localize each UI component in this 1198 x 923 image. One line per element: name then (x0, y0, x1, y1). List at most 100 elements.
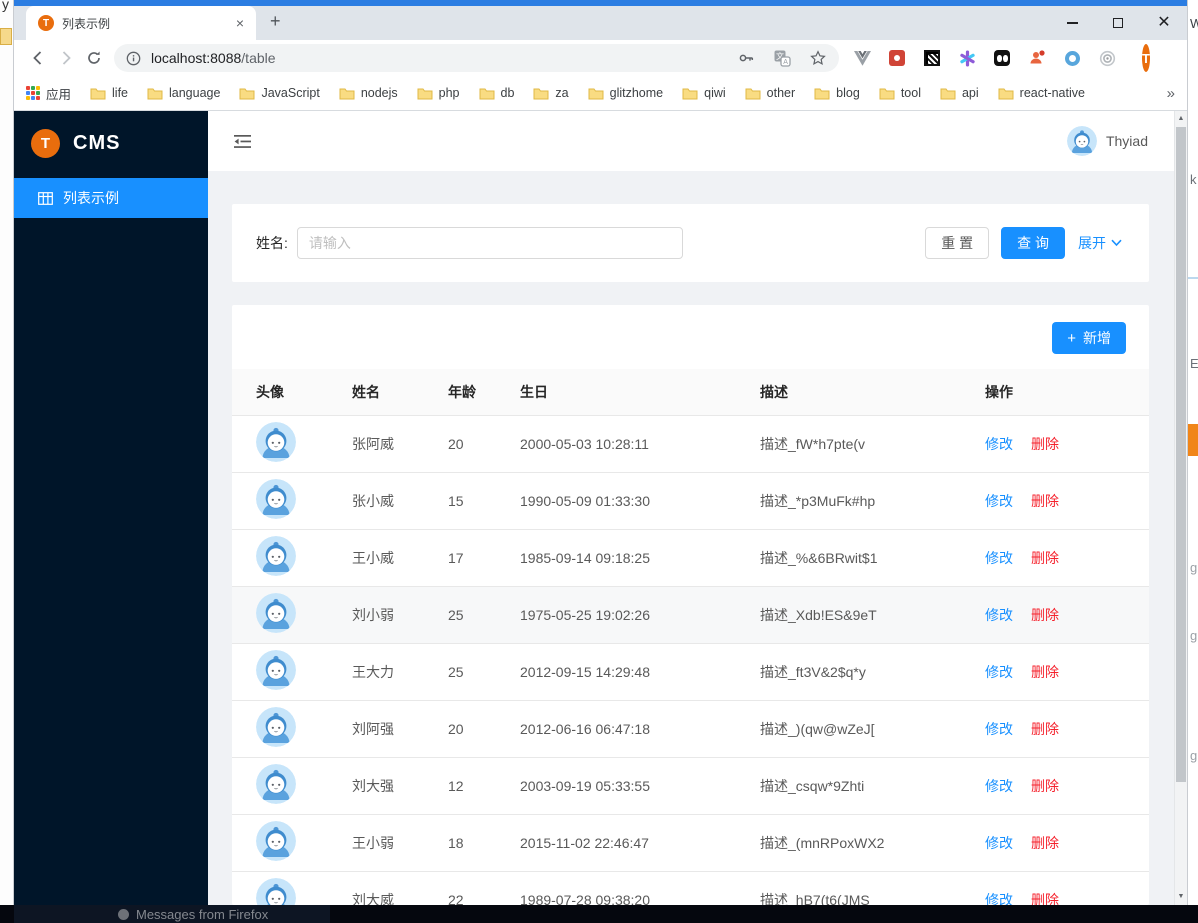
spiral-extension-icon[interactable] (1098, 49, 1116, 67)
bookmark-folder[interactable]: db (479, 86, 514, 100)
tab-close-icon[interactable]: × (234, 15, 246, 31)
url-domain: localhost:8088 (151, 50, 242, 66)
bookmarks-overflow-chevron[interactable]: » (1167, 85, 1175, 102)
folder-icon (147, 88, 163, 99)
notification-text: Messages from Firefox (136, 907, 269, 922)
edit-link[interactable]: 修改 (985, 721, 1013, 737)
bookmark-label: za (555, 86, 569, 100)
name-input[interactable] (296, 227, 683, 259)
info-icon[interactable] (126, 51, 141, 66)
edit-link[interactable]: 修改 (985, 892, 1013, 906)
bookmark-folder[interactable]: api (940, 86, 979, 100)
close-button[interactable]: ✕ (1141, 8, 1187, 38)
dark-extension-icon[interactable] (993, 49, 1011, 67)
delete-link[interactable]: 删除 (1031, 550, 1059, 566)
cell-age: 12 (424, 757, 496, 815)
edit-link[interactable]: 修改 (985, 550, 1013, 566)
cell-description: 描述_ft3V&2$q*y (736, 643, 961, 701)
table-row[interactable]: 张阿威 20 2000-05-03 10:28:11 描述_fW*h7pte(v… (232, 415, 1149, 473)
column-header-birthday: 生日 (496, 369, 736, 416)
delete-link[interactable]: 删除 (1031, 607, 1059, 623)
user-name: Thyiad (1105, 133, 1148, 149)
blue-ring-extension-icon[interactable] (1063, 49, 1081, 67)
delete-link[interactable]: 删除 (1031, 721, 1059, 737)
reload-button[interactable] (80, 44, 108, 72)
bookmark-star-icon[interactable] (809, 49, 827, 67)
bookmark-folder[interactable]: tool (879, 86, 921, 100)
new-tab-button[interactable]: + (270, 11, 281, 32)
bookmark-folder[interactable]: nodejs (339, 86, 398, 100)
delete-link[interactable]: 删除 (1031, 493, 1059, 509)
bookmark-folder[interactable]: glitzhome (588, 86, 663, 100)
bookmark-folder[interactable]: language (147, 86, 220, 100)
close-icon: ✕ (1157, 14, 1171, 31)
page-scrollbar[interactable]: ▲ ▼ (1174, 111, 1187, 905)
maximize-button[interactable] (1095, 8, 1141, 38)
add-button[interactable]: + 新增 (1052, 322, 1126, 354)
table-header-row: 头像 姓名 年龄 生日 描述 操作 (232, 369, 1149, 416)
expand-link[interactable]: 展开 (1078, 233, 1122, 253)
bookmark-folder[interactable]: life (90, 86, 128, 100)
user-menu[interactable]: Thyiad (1066, 111, 1148, 171)
reset-button[interactable]: 重 置 (925, 227, 990, 259)
minimize-button[interactable] (1049, 8, 1095, 38)
scroll-down-arrow-icon[interactable]: ▼ (1175, 890, 1187, 904)
svg-text:A: A (783, 59, 788, 66)
cell-birthday: 1989-07-28 09:38:20 (496, 871, 736, 905)
edit-link[interactable]: 修改 (985, 436, 1013, 452)
scroll-up-arrow-icon[interactable]: ▲ (1175, 112, 1187, 126)
bookmark-label: qiwi (704, 86, 726, 100)
edit-link[interactable]: 修改 (985, 607, 1013, 623)
folder-icon (339, 88, 355, 99)
url-text[interactable]: localhost:8088/table (151, 50, 737, 66)
edit-link[interactable]: 修改 (985, 493, 1013, 509)
scrollbar-thumb[interactable] (1176, 127, 1186, 782)
logo-text: CMS (73, 131, 121, 154)
forward-button[interactable] (52, 44, 80, 72)
cell-age: 25 (424, 586, 496, 644)
password-key-icon[interactable] (737, 49, 755, 67)
browser-toolbar: localhost:8088/table 文A T (14, 40, 1187, 76)
table-row[interactable]: 刘大威 22 1989-07-28 09:38:20 描述_hB7(t6(JMS… (232, 871, 1149, 905)
bookmark-folder[interactable]: za (533, 86, 569, 100)
query-button[interactable]: 查 询 (1001, 227, 1065, 259)
asterisk-extension-icon[interactable] (958, 49, 976, 67)
bookmark-folder[interactable]: JavaScript (239, 86, 320, 100)
cell-description: 描述_(mnRPoxWX2 (736, 814, 961, 872)
people-extension-icon[interactable] (1028, 49, 1046, 67)
edit-link[interactable]: 修改 (985, 835, 1013, 851)
browser-tab[interactable]: T 列表示例 × (26, 6, 256, 40)
bookmark-folder[interactable]: php (417, 86, 460, 100)
table-row[interactable]: 王大力 25 2012-09-15 14:29:48 描述_ft3V&2$q*y… (232, 643, 1149, 701)
folder-icon (682, 88, 698, 99)
cell-name: 刘阿强 (328, 700, 424, 758)
delete-link[interactable]: 删除 (1031, 664, 1059, 680)
bookmark-folder[interactable]: react-native (998, 86, 1085, 100)
address-bar[interactable]: localhost:8088/table 文A (114, 44, 839, 72)
table-row[interactable]: 王小弱 18 2015-11-02 22:46:47 描述_(mnRPoxWX2… (232, 814, 1149, 872)
table-row[interactable]: 刘大强 12 2003-09-19 05:33:55 描述_csqw*9Zhti… (232, 757, 1149, 815)
delete-link[interactable]: 删除 (1031, 892, 1059, 906)
edit-link[interactable]: 修改 (985, 664, 1013, 680)
delete-link[interactable]: 删除 (1031, 778, 1059, 794)
translate-icon[interactable]: 文A (773, 49, 791, 67)
column-header-description: 描述 (736, 369, 961, 416)
edit-link[interactable]: 修改 (985, 778, 1013, 794)
browser-profile-avatar[interactable]: T (1142, 44, 1150, 72)
bookmark-folder[interactable]: qiwi (682, 86, 726, 100)
apps-shortcut[interactable]: 应用 (26, 84, 71, 103)
table-row[interactable]: 刘小弱 25 1975-05-25 19:02:26 描述_Xdb!ES&9eT… (232, 586, 1149, 644)
qr-code-extension-icon[interactable] (923, 49, 941, 67)
delete-link[interactable]: 删除 (1031, 835, 1059, 851)
table-row[interactable]: 张小威 15 1990-05-09 01:33:30 描述_*p3MuFk#hp… (232, 472, 1149, 530)
bookmark-folder[interactable]: blog (814, 86, 860, 100)
menu-fold-icon[interactable] (234, 134, 251, 152)
table-row[interactable]: 刘阿强 20 2012-06-16 06:47:18 描述_)(qw@wZeJ[… (232, 700, 1149, 758)
red-extension-icon[interactable] (888, 49, 906, 67)
sidebar-item-list-example[interactable]: 列表示例 (14, 178, 208, 218)
table-row[interactable]: 王小威 17 1985-09-14 09:18:25 描述_%&6BRwit$1… (232, 529, 1149, 587)
vue-devtools-icon[interactable] (853, 49, 871, 67)
back-button[interactable] (24, 44, 52, 72)
delete-link[interactable]: 删除 (1031, 436, 1059, 452)
bookmark-folder[interactable]: other (745, 86, 795, 100)
